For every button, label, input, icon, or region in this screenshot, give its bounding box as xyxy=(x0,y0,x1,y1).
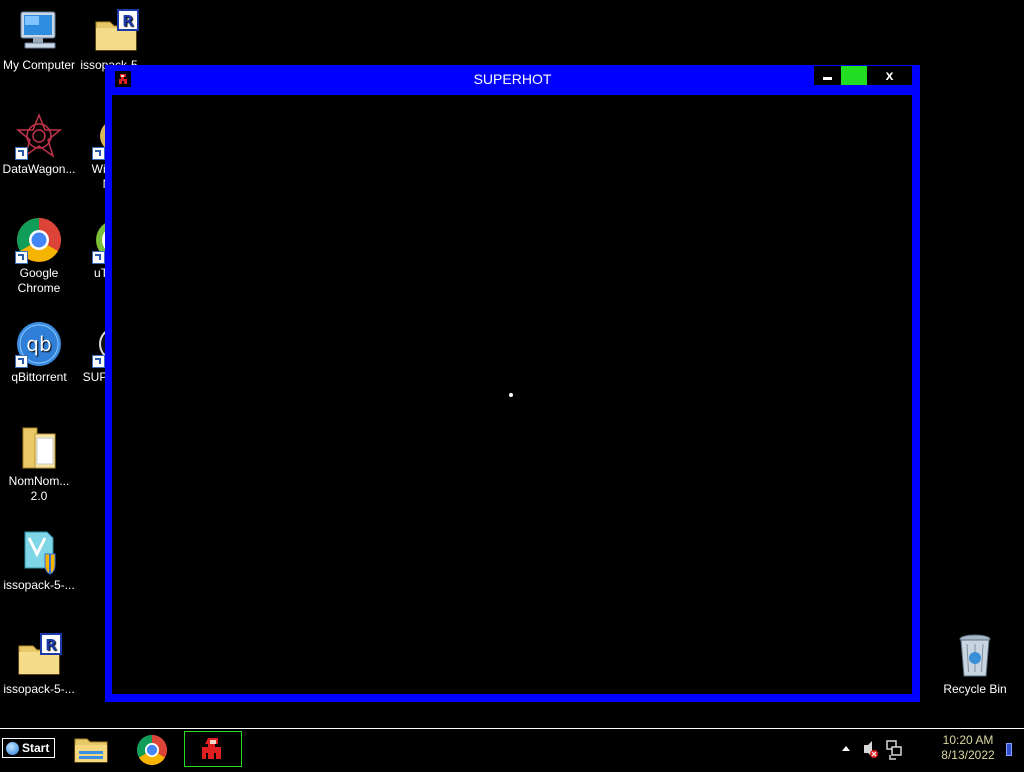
installer-icon xyxy=(15,528,63,576)
qbittorrent-icon: qb xyxy=(15,320,63,368)
desktop-icon-qbittorrent[interactable]: qb qBittorrent xyxy=(0,320,78,385)
desktop-icon-google-chrome[interactable]: Google Chrome xyxy=(0,216,78,296)
shortcut-arrow-icon xyxy=(15,147,28,160)
desktop-icon-datawagon[interactable]: DataWagon... xyxy=(0,112,78,177)
minimize-button[interactable] xyxy=(814,66,841,85)
game-viewport[interactable] xyxy=(112,95,912,694)
windows-orb-icon xyxy=(6,742,19,755)
superhot-icon xyxy=(198,734,228,764)
close-button[interactable]: x xyxy=(867,66,912,85)
volume-muted-icon[interactable] xyxy=(864,741,878,758)
shortcut-arrow-icon xyxy=(15,355,28,368)
desktop-icon-issopack-folder-2[interactable]: R issopack-5-... xyxy=(0,632,78,697)
network-icon[interactable] xyxy=(886,740,902,760)
computer-icon xyxy=(15,8,63,56)
taskbar-chrome[interactable] xyxy=(123,731,181,767)
folder-r-icon: R xyxy=(92,8,140,56)
file-explorer-icon xyxy=(74,738,108,763)
clock-time: 10:20 AM xyxy=(942,733,994,747)
clock-date: 8/13/2022 xyxy=(941,748,995,762)
taskbar-clock[interactable]: 10:20 AM 8/13/2022 xyxy=(932,733,1004,763)
recycle-bin-icon xyxy=(951,632,999,680)
desktop-icon-my-computer[interactable]: My Computer xyxy=(0,8,78,73)
shortcut-arrow-icon xyxy=(92,147,105,160)
svg-text:R: R xyxy=(45,636,57,654)
taskbar: Start 10:20 AM 8/13/2022 xyxy=(0,728,1024,768)
taskbar-file-explorer[interactable] xyxy=(62,731,120,767)
desktop-icon-label: Recycle Bin xyxy=(943,682,1007,696)
superhot-window[interactable]: SUPERHOT x xyxy=(105,65,920,702)
desktop-icon-label: DataWagon... xyxy=(2,162,76,176)
maximize-button[interactable] xyxy=(841,66,867,85)
system-tray xyxy=(836,729,916,767)
desktop-icon-label: issopack-5-... xyxy=(3,578,75,592)
title-bar[interactable]: SUPERHOT x xyxy=(105,65,920,94)
desktop-icon-issopack-folder[interactable]: R issopack-5-... xyxy=(77,8,155,73)
desktop-icon-recycle-bin[interactable]: Recycle Bin xyxy=(936,632,1014,697)
svg-text:qb: qb xyxy=(26,332,51,356)
datawagon-icon xyxy=(15,112,63,160)
folder-r-icon: R xyxy=(15,632,63,680)
shortcut-arrow-icon xyxy=(15,251,28,264)
desktop: My Computer R issopack-5-... Da xyxy=(0,0,1024,728)
desktop-icon-label: My Computer xyxy=(2,58,76,72)
desktop-icon-nomnom[interactable]: NomNom... 2.0 xyxy=(0,424,78,504)
show-hidden-icons-arrow-icon[interactable] xyxy=(842,746,850,751)
start-button[interactable]: Start xyxy=(2,738,55,758)
desktop-icon-issopack-installer[interactable]: issopack-5-... xyxy=(0,528,78,593)
folder-icon xyxy=(15,424,63,472)
desktop-icon-label: NomNom... 2.0 xyxy=(8,474,70,503)
desktop-icon-label: qBittorrent xyxy=(11,370,67,384)
desktop-icon-label: Google Chrome xyxy=(17,266,61,295)
svg-text:R: R xyxy=(122,12,134,30)
crosshair-dot xyxy=(509,393,513,397)
shortcut-arrow-icon xyxy=(92,251,105,264)
chrome-icon xyxy=(15,216,63,264)
window-title: SUPERHOT xyxy=(473,71,552,87)
chrome-icon xyxy=(136,735,168,766)
start-label: Start xyxy=(22,741,50,755)
show-desktop-button[interactable] xyxy=(1006,743,1012,756)
desktop-icon-label: issopack-5-... xyxy=(3,682,75,696)
taskbar-superhot[interactable] xyxy=(184,731,242,767)
shortcut-arrow-icon xyxy=(92,355,105,368)
